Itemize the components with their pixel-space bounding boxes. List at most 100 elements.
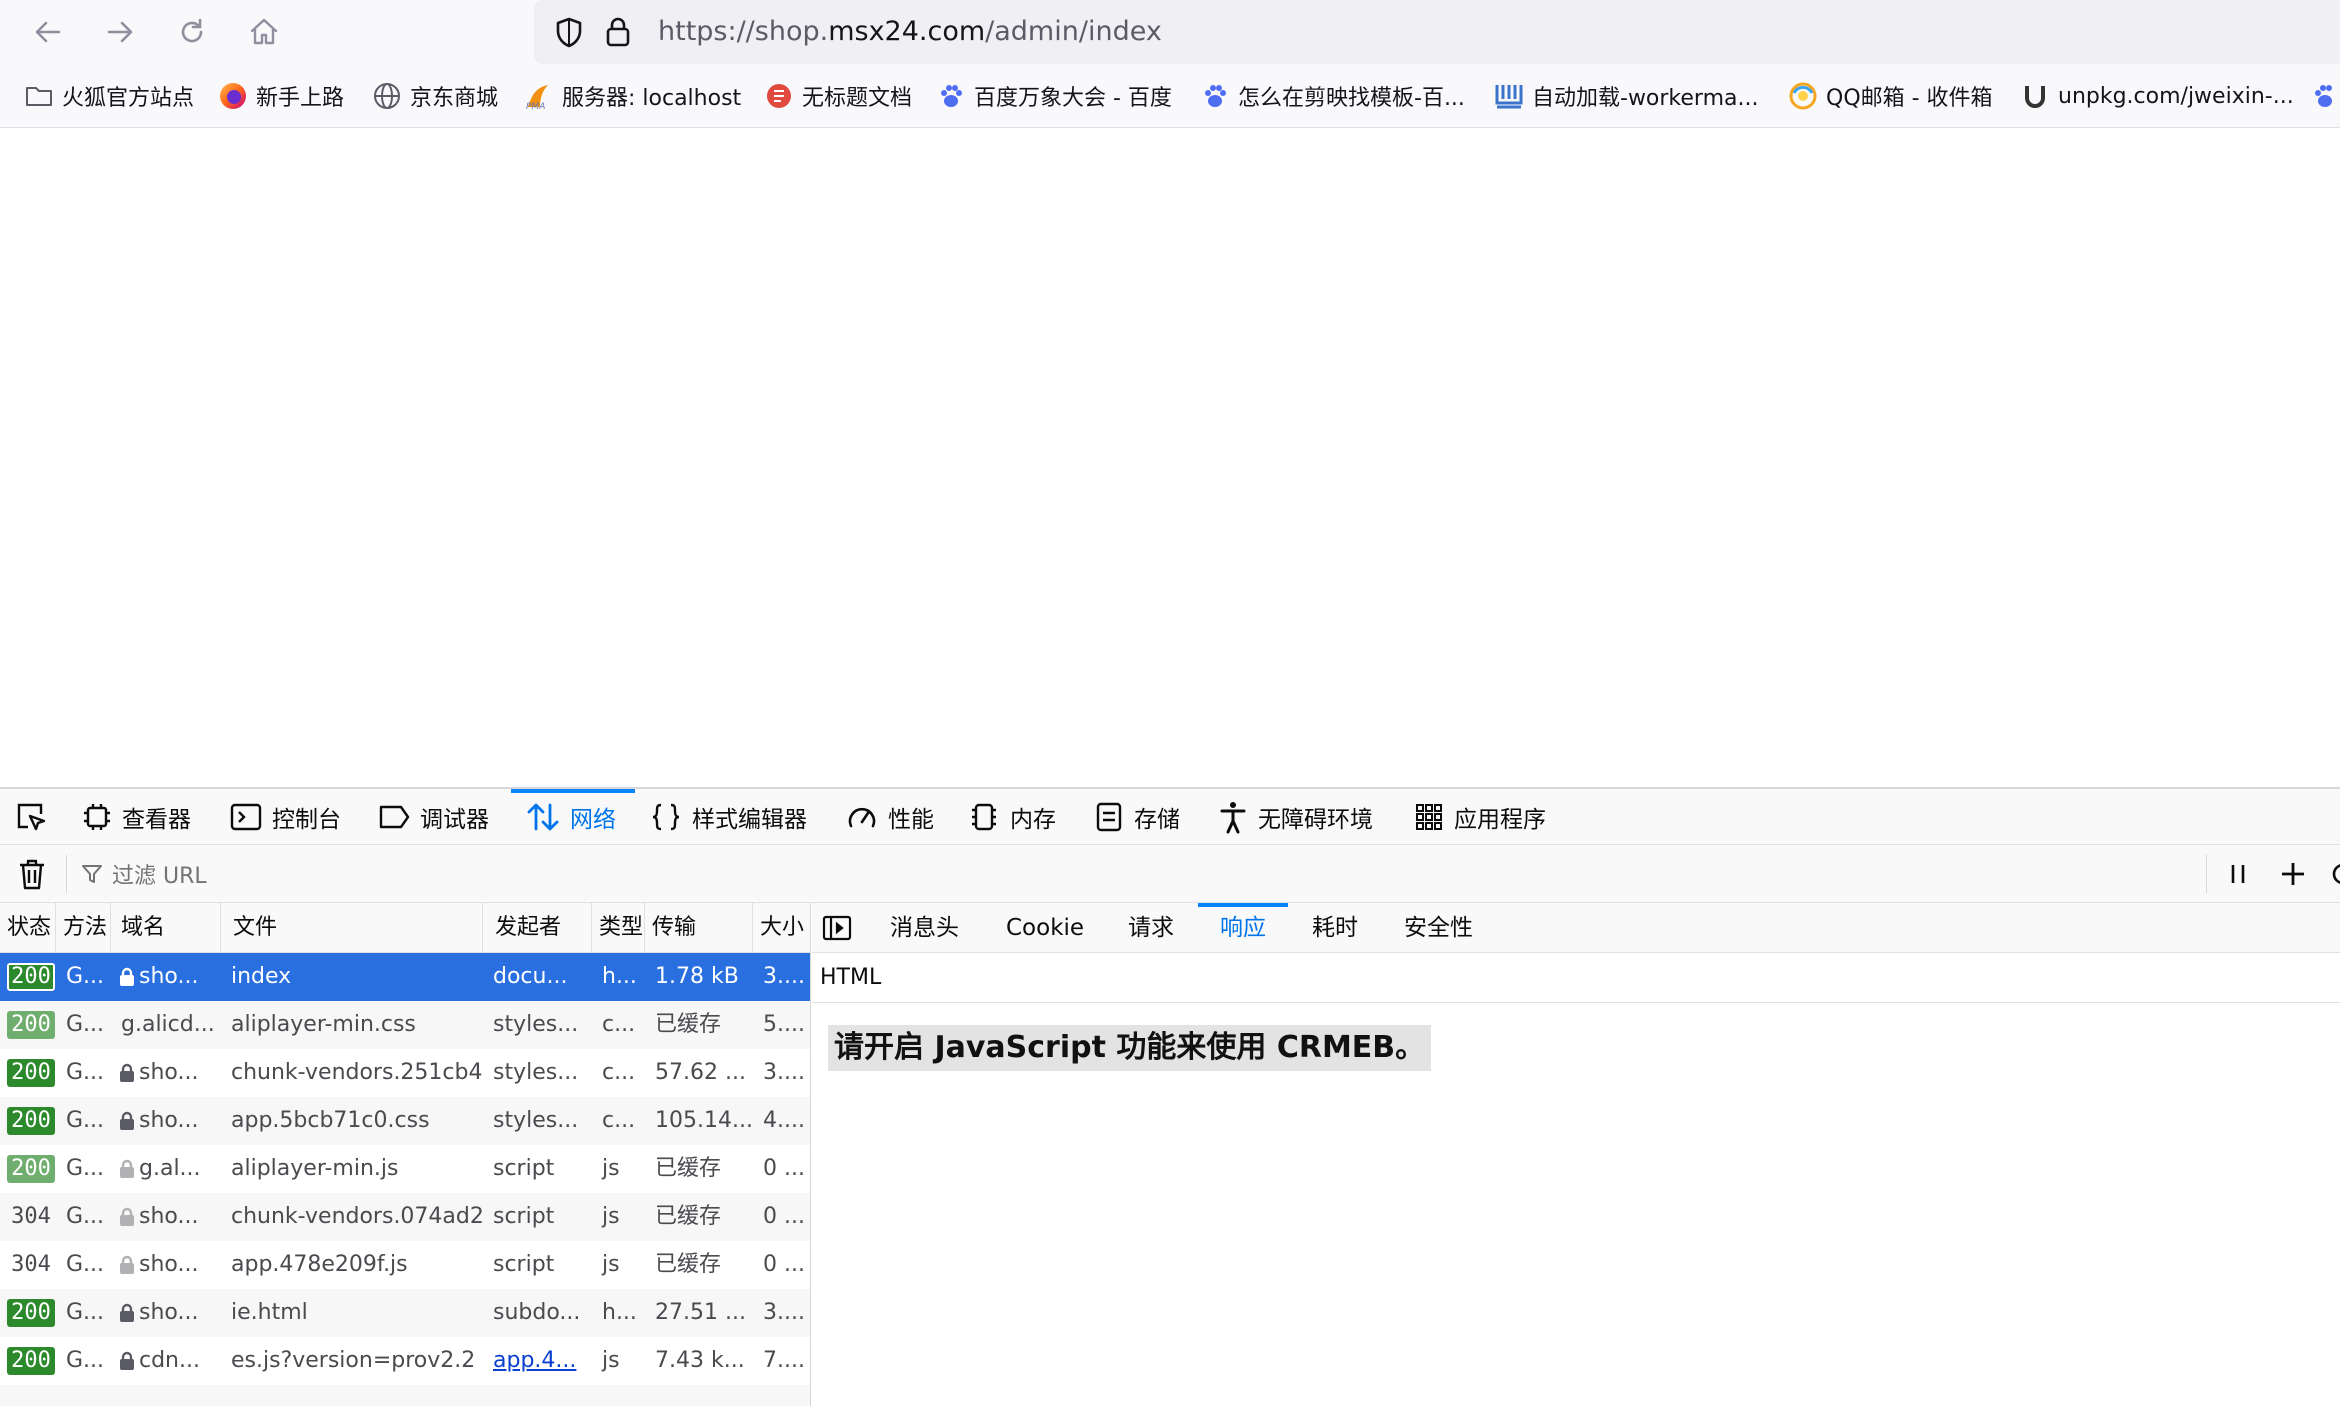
column-header-size[interactable]: 大小 bbox=[753, 903, 810, 953]
cell-domain: sho... bbox=[111, 1193, 221, 1241]
cell-size-text: 3.... bbox=[763, 1060, 805, 1085]
tab-label: 存储 bbox=[1134, 807, 1180, 833]
column-header-domain[interactable]: 域名 bbox=[111, 903, 221, 953]
tab-inspector[interactable]: 查看器 bbox=[82, 789, 191, 845]
cell-transfer-text: 57.62 ... bbox=[655, 1060, 746, 1085]
filter-url-input[interactable]: 过滤 URL bbox=[80, 855, 207, 893]
tab-storage[interactable]: 存储 bbox=[1094, 789, 1180, 845]
table-row[interactable]: 304 G... sho... chunk-vendors.074ad29 script… bbox=[0, 1193, 810, 1241]
table-row[interactable]: 200 G... sho... app.5bcb71c0.css styles... c.… bbox=[0, 1097, 810, 1145]
bookmark-item[interactable]: QQ邮箱 - 收件箱 bbox=[1788, 64, 1993, 128]
bookmark-item[interactable]: PMA 服务器: localhost bbox=[524, 64, 741, 128]
bookmark-item[interactable]: unpkg.com/jweixin-... bbox=[2020, 64, 2294, 128]
table-row[interactable]: 304 G... sho... app.478e209f.js script js 已缓存 0… bbox=[0, 1241, 810, 1289]
cell-type-text: c... bbox=[602, 1012, 636, 1037]
table-row[interactable] bbox=[0, 1385, 810, 1406]
cell-method-text: G... bbox=[66, 1060, 105, 1085]
reload-icon[interactable] bbox=[168, 8, 216, 56]
padlock-icon bbox=[118, 1207, 136, 1227]
table-row[interactable]: 200 G... sho... index docu... h... 1.78 kB 3...… bbox=[0, 953, 810, 1001]
column-header-file[interactable]: 文件 bbox=[221, 903, 483, 953]
tab-memory[interactable]: 内存 bbox=[968, 789, 1056, 845]
tab-network[interactable]: 网络 bbox=[526, 789, 616, 845]
settings-gear-icon[interactable] bbox=[2330, 861, 2340, 887]
tab-style-editor[interactable]: 样式编辑器 bbox=[650, 789, 807, 845]
element-picker-button[interactable] bbox=[14, 789, 58, 845]
bookmark-item[interactable]: 自动加载-workerma... bbox=[1494, 64, 1758, 128]
bookmark-item[interactable]: 京东商城 bbox=[372, 64, 498, 128]
cell-transfer-text: 已缓存 bbox=[655, 1156, 722, 1181]
cell-domain-text: g.al... bbox=[139, 1156, 201, 1181]
tab-console[interactable]: 控制台 bbox=[230, 789, 341, 845]
back-arrow-icon[interactable] bbox=[24, 8, 72, 56]
bookmark-item[interactable]: 怎么在剪映找模板-百... bbox=[1200, 64, 1465, 128]
tab-security[interactable]: 安全性 bbox=[1404, 903, 1473, 953]
cell-file-text: aliplayer-min.js bbox=[231, 1156, 399, 1181]
cell-method: G... bbox=[56, 1097, 111, 1145]
cell-method-text: G... bbox=[66, 1300, 105, 1325]
baidu-paw-icon bbox=[1205, 85, 1226, 107]
column-header-method[interactable]: 方法 bbox=[56, 903, 111, 953]
tab-accessibility[interactable]: 无障碍环境 bbox=[1218, 789, 1373, 845]
url-prefix: https://shop. bbox=[658, 16, 829, 47]
table-row[interactable]: 200 G... sho... chunk-vendors.251cb4c styles… bbox=[0, 1049, 810, 1097]
column-header-status[interactable]: 状态 bbox=[0, 903, 56, 953]
url-text[interactable]: https://shop.msx24.com/admin/index bbox=[658, 0, 1162, 64]
response-type-label: HTML bbox=[812, 953, 2340, 1003]
cell-domain-text: sho... bbox=[139, 1300, 199, 1325]
tab-headers[interactable]: 消息头 bbox=[890, 903, 959, 953]
cell-file: ie.html bbox=[221, 1289, 483, 1337]
home-icon[interactable] bbox=[240, 8, 288, 56]
add-blocking-icon[interactable] bbox=[2278, 859, 2308, 889]
table-row[interactable]: 200 G... sho... ie.html subdo... h... 27.51 ..… bbox=[0, 1289, 810, 1337]
tab-debugger[interactable]: 调试器 bbox=[378, 789, 489, 845]
tab-application[interactable]: 应用程序 bbox=[1414, 789, 1546, 845]
tracking-shield-icon[interactable] bbox=[554, 16, 584, 48]
tab-cookies[interactable]: Cookie bbox=[1006, 903, 1084, 953]
cell-file-text: chunk-vendors.251cb4c bbox=[231, 1060, 483, 1085]
bookmark-label: 百度万象大会 - 百度 bbox=[974, 86, 1172, 111]
cell-file: aliplayer-min.js bbox=[221, 1145, 483, 1193]
cell-size-text: 0 ... bbox=[763, 1156, 805, 1181]
bookmark-item[interactable]: 无标题文档 bbox=[764, 64, 912, 128]
url-path: /admin/index bbox=[985, 16, 1162, 47]
table-row[interactable]: 200 G... cdn... es.js?version=prov2.2 app.4.… bbox=[0, 1337, 810, 1385]
cell-transfer: 57.62 ... bbox=[645, 1049, 753, 1097]
cell-transfer: 已缓存 bbox=[645, 1241, 753, 1289]
padlock-icon[interactable] bbox=[604, 16, 632, 48]
cell-transfer-text: 7.43 k... bbox=[655, 1348, 745, 1373]
cell-initiator[interactable]: app.4... bbox=[483, 1337, 592, 1385]
tab-label: 应用程序 bbox=[1454, 807, 1546, 833]
request-table: 状态 方法 域名 文件 发起者 类型 传输 大小 200 G... sho... in… bbox=[0, 903, 811, 1406]
column-header-initiator[interactable]: 发起者 bbox=[483, 903, 592, 953]
toggle-sidebar-icon[interactable] bbox=[822, 915, 852, 941]
forward-arrow-icon[interactable] bbox=[96, 8, 144, 56]
bookmark-item[interactable]: 新手上路 bbox=[218, 64, 344, 128]
cell-file-text: es.js?version=prov2.2 bbox=[231, 1348, 476, 1373]
cell-method-text: G... bbox=[66, 1204, 105, 1229]
cell-initiator: styles... bbox=[483, 1001, 592, 1049]
tab-request[interactable]: 请求 bbox=[1128, 903, 1174, 953]
trash-icon[interactable] bbox=[16, 857, 48, 891]
cell-domain-text: sho... bbox=[139, 1060, 199, 1085]
filter-placeholder: 过滤 URL bbox=[112, 864, 207, 889]
column-header-type[interactable]: 类型 bbox=[592, 903, 645, 953]
table-row[interactable]: 200 G... g.al... aliplayer-min.js script js 已缓… bbox=[0, 1145, 810, 1193]
bookmark-item-overflow[interactable] bbox=[2310, 64, 2340, 128]
tab-timings[interactable]: 耗时 bbox=[1312, 903, 1358, 953]
bookmark-item[interactable]: 百度万象大会 - 百度 bbox=[936, 64, 1172, 128]
network-toolbar: 过滤 URL bbox=[0, 845, 2340, 903]
bookmark-item[interactable]: 火狐官方站点 bbox=[24, 64, 194, 128]
tab-performance[interactable]: 性能 bbox=[846, 789, 934, 845]
cell-method: G... bbox=[56, 1145, 111, 1193]
tab-label: 网络 bbox=[570, 807, 616, 833]
url-bar[interactable]: https://shop.msx24.com/admin/index bbox=[534, 0, 2340, 64]
cell-domain-text: g.alicd... bbox=[121, 1012, 215, 1037]
tab-response[interactable]: 响应 bbox=[1220, 903, 1266, 953]
cell-transfer: 7.43 k... bbox=[645, 1337, 753, 1385]
table-row[interactable]: 200 G... g.alicd... aliplayer-min.css styles… bbox=[0, 1001, 810, 1049]
pause-icon[interactable] bbox=[2226, 861, 2250, 887]
cell-file-text: ie.html bbox=[231, 1300, 308, 1325]
request-details-panel: 消息头 Cookie 请求 响应 耗时 安全性 HTML 请开启 JavaScr… bbox=[812, 903, 2340, 1406]
column-header-transfer[interactable]: 传输 bbox=[645, 903, 753, 953]
